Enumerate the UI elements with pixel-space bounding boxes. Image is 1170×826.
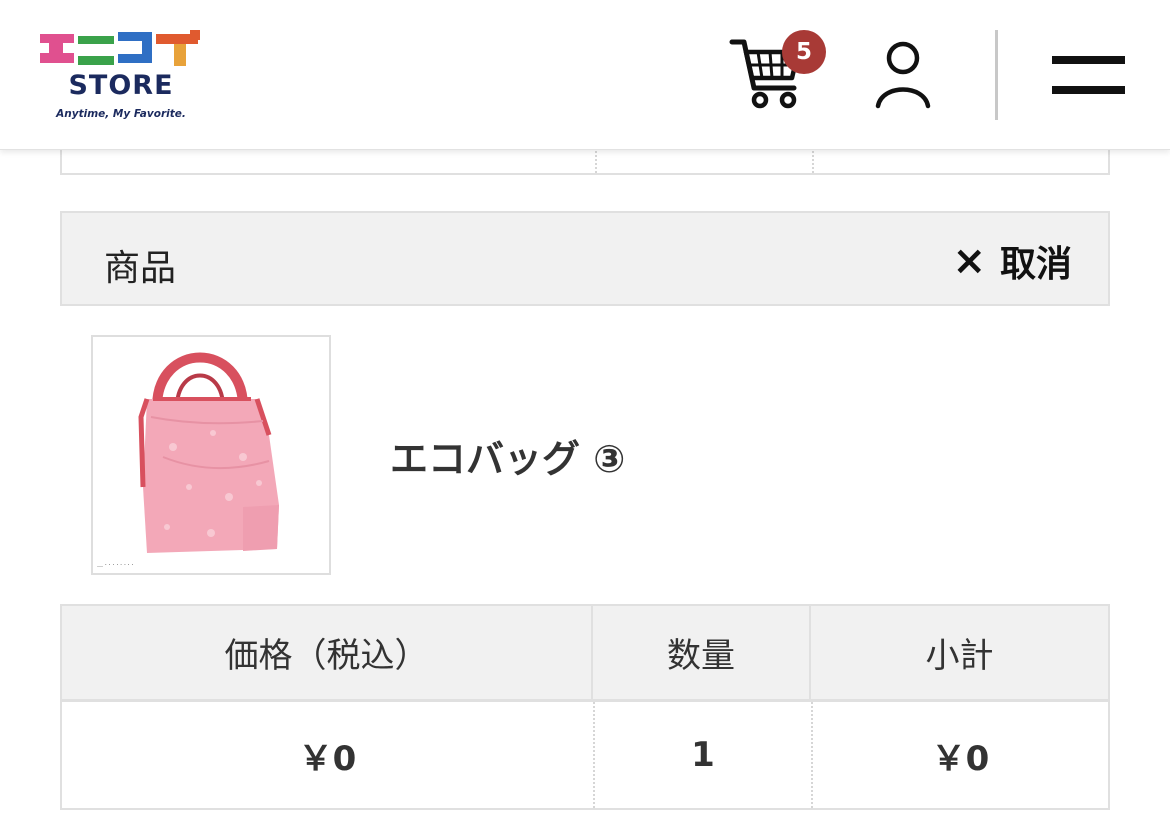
tote-bag-image-icon — [138, 352, 279, 553]
product-image[interactable]: … · · · · · · · · — [91, 335, 331, 575]
logo-text: STORE — [68, 70, 174, 101]
logo-tagline: Anytime, My Favorite. — [56, 108, 186, 120]
cart-count-badge: 5 — [782, 30, 826, 74]
menu-bar-icon — [1052, 56, 1125, 64]
product-name[interactable]: エコバッグ ③ — [390, 428, 625, 483]
store-logo[interactable]: STORE Anytime, My Favorite. — [38, 30, 203, 125]
logo-blocks-icon — [40, 30, 200, 66]
subtotal-value: ￥0 — [811, 702, 1108, 808]
user-icon — [875, 41, 931, 109]
header-divider — [995, 30, 998, 120]
site-header: STORE Anytime, My Favorite. 5 — [0, 0, 1170, 150]
price-table: 価格（税込） 数量 小計 ￥0 1 ￥0 — [60, 604, 1110, 810]
cancel-label: 取消 — [999, 244, 1072, 285]
menu-bar-icon — [1052, 86, 1125, 94]
quantity-value: 1 — [593, 702, 811, 808]
hamburger-menu-button[interactable] — [1050, 52, 1128, 98]
cancel-button[interactable]: × 取消 — [952, 238, 1072, 285]
close-icon: × — [952, 238, 986, 284]
quantity-column-header: 数量 — [593, 606, 811, 699]
image-caption: … · · · · · · · · — [97, 562, 134, 569]
price-column-header: 価格（税込） — [62, 606, 593, 699]
price-value: ￥0 — [298, 738, 357, 779]
product-section-header: 商品 × 取消 — [60, 211, 1110, 306]
product-section-label: 商品 — [104, 248, 177, 289]
subtotal-column-header: 小計 — [811, 606, 1108, 699]
account-button[interactable] — [872, 40, 934, 110]
